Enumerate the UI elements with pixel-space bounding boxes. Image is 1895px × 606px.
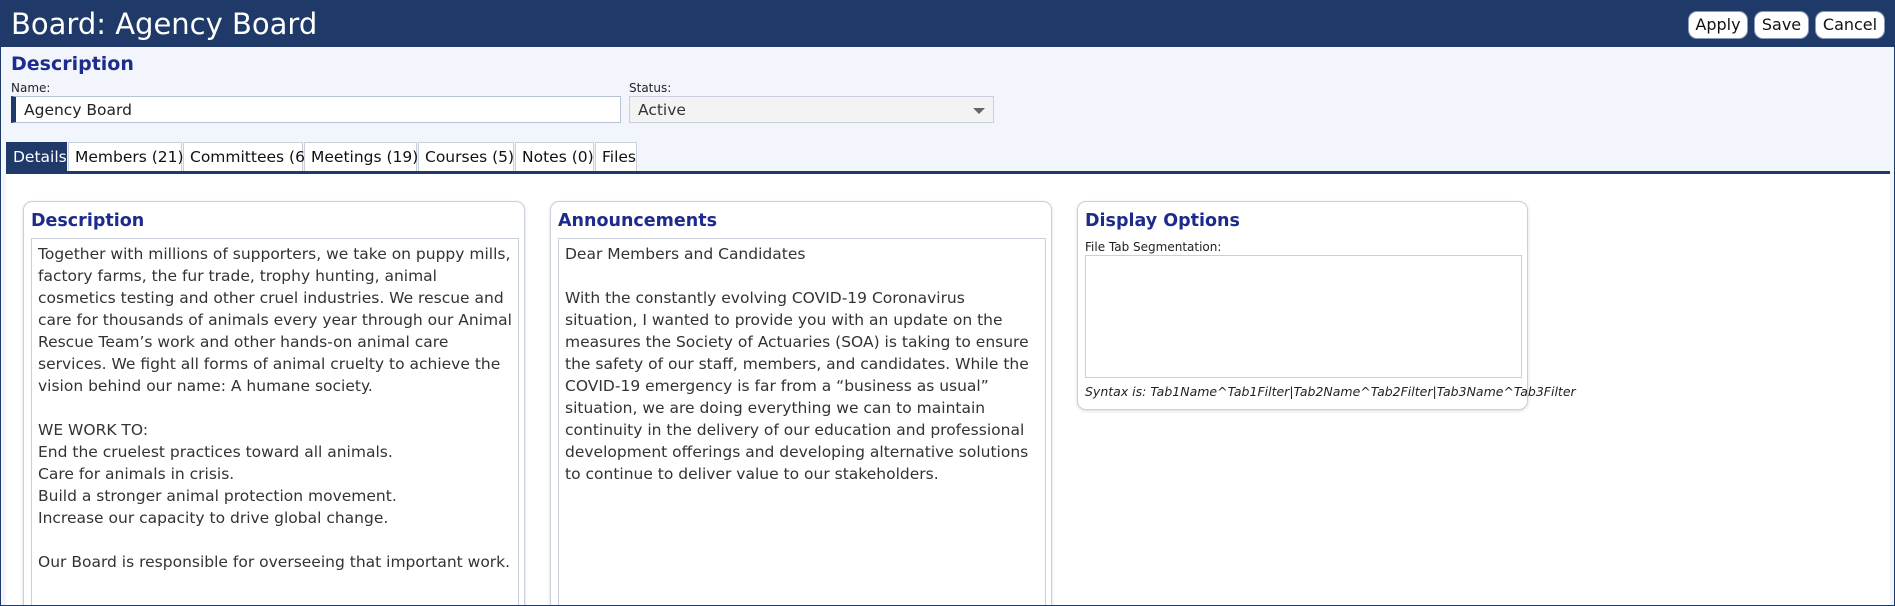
tab-notes[interactable]: Notes (0) (515, 142, 594, 172)
display-options-panel: Display Options File Tab Segmentation: S… (1077, 201, 1576, 410)
description-textarea[interactable]: Together with millions of supporters, we… (31, 238, 519, 605)
display-options-panel-title: Display Options (1085, 211, 1240, 231)
board-window: Board: Agency Board Apply Save Cancel De… (0, 0, 1895, 606)
name-label: Name: (11, 81, 51, 95)
title-bar: Board: Agency Board Apply Save Cancel (1, 1, 1894, 47)
tab-committees[interactable]: Committees (6) (183, 142, 311, 172)
tab-meetings[interactable]: Meetings (19) (304, 142, 418, 172)
apply-button[interactable]: Apply (1688, 11, 1748, 39)
description-panel: Description Together with millions of su… (23, 201, 525, 605)
tab-members[interactable]: Members (21) (68, 142, 184, 172)
announcements-textarea[interactable]: Dear Members and Candidates With the con… (558, 238, 1046, 605)
tab-details[interactable]: Details (6, 142, 67, 172)
file-tab-segmentation-label: File Tab Segmentation: (1085, 240, 1222, 254)
announcements-panel-title: Announcements (558, 211, 717, 231)
file-tab-segmentation-textarea[interactable] (1085, 255, 1522, 378)
tab-divider (6, 171, 1890, 174)
status-label: Status: (629, 81, 672, 95)
cancel-button[interactable]: Cancel (1815, 11, 1885, 39)
tab-files[interactable]: Files (595, 142, 637, 172)
chevron-down-icon (973, 108, 985, 114)
announcements-panel: Announcements Dear Members and Candidate… (550, 201, 1052, 605)
description-panel-title: Description (31, 211, 145, 231)
name-input[interactable]: Agency Board (11, 96, 621, 123)
tab-courses[interactable]: Courses (5) (418, 142, 514, 172)
window-title: Board: Agency Board (11, 7, 318, 41)
syntax-hint: Syntax is: Tab1Name^Tab1Filter|Tab2Name^… (1085, 384, 1576, 399)
status-select[interactable]: Active (629, 96, 994, 123)
save-button[interactable]: Save (1754, 11, 1809, 39)
section-title: Description (11, 53, 134, 75)
status-value: Active (638, 101, 686, 119)
